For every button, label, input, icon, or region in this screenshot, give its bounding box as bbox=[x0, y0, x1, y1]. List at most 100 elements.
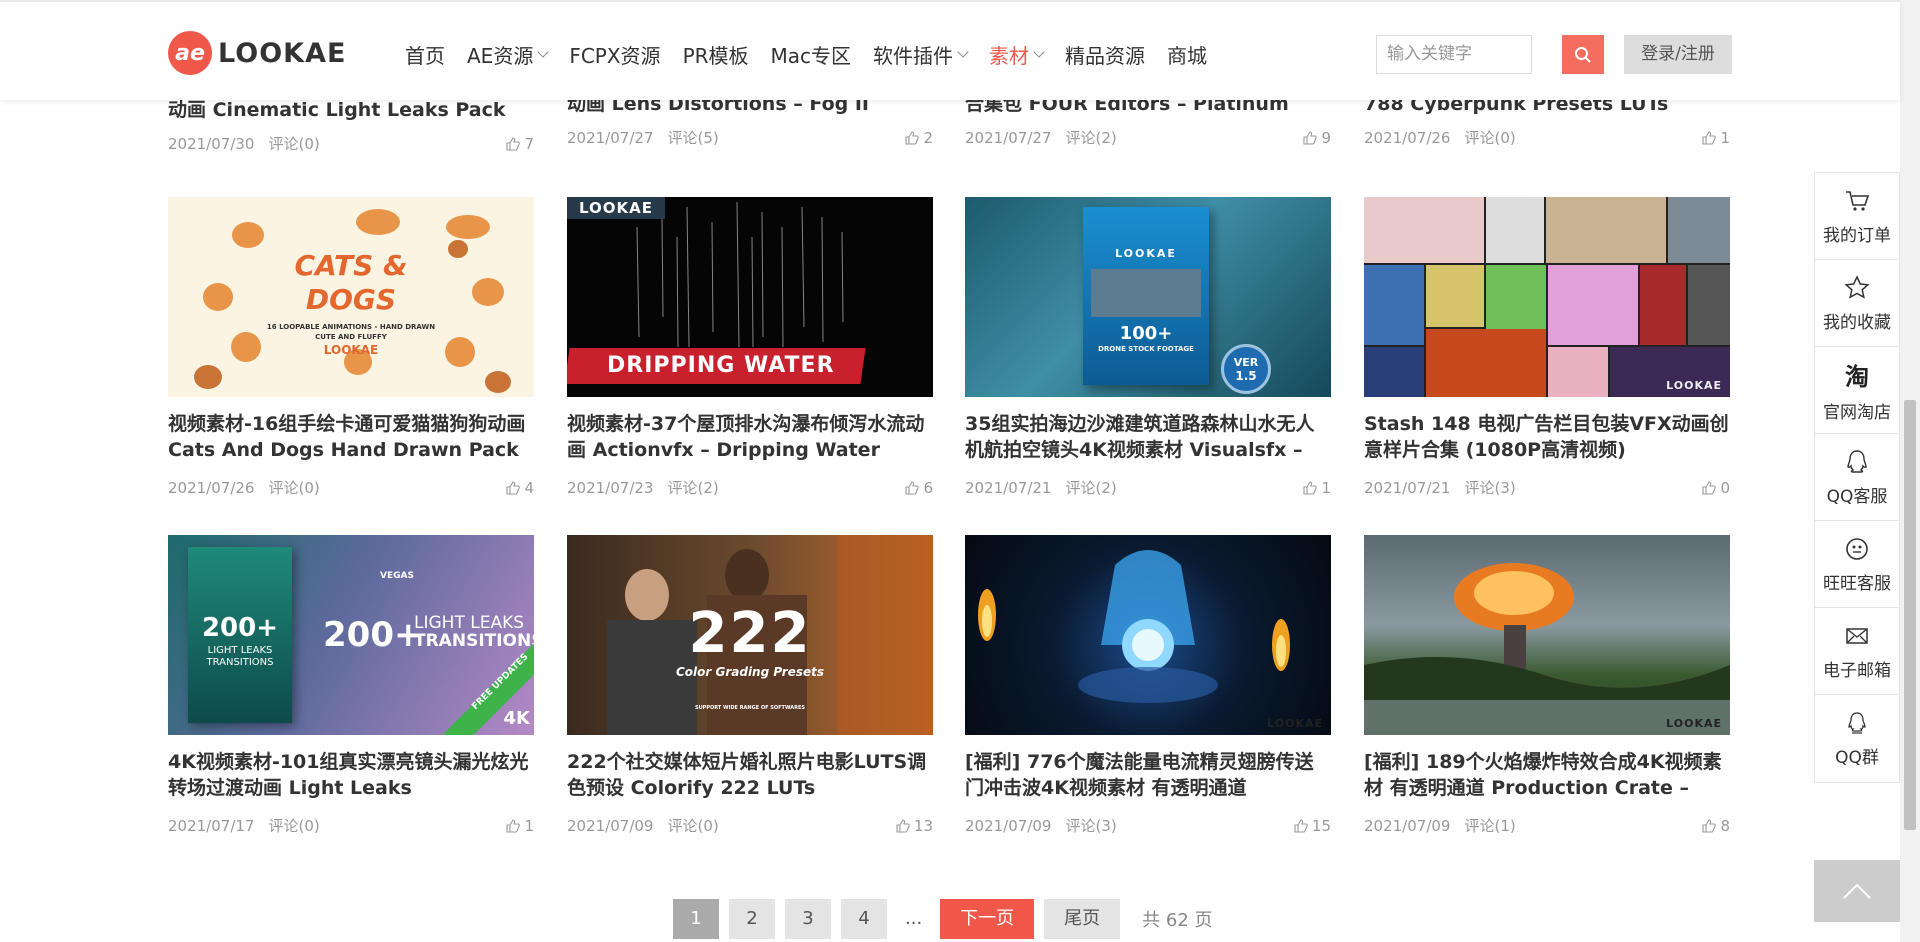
nav-home[interactable]: 首页 bbox=[405, 40, 445, 69]
page-ellipsis: ... bbox=[905, 908, 923, 929]
nav-label: PR模板 bbox=[682, 44, 749, 68]
nav-label: Mac专区 bbox=[770, 44, 852, 68]
post-card[interactable]: LOOKAE [福利] 776个魔法能量电流精灵翅膀传送门冲击波4K视频素材 有… bbox=[965, 535, 1331, 836]
sidebar-label: 电子邮箱 bbox=[1823, 660, 1891, 681]
post-likes[interactable]: 1 bbox=[1702, 129, 1730, 147]
search-button[interactable] bbox=[1562, 35, 1604, 74]
post-likes[interactable]: 0 bbox=[1702, 479, 1730, 497]
thumb-brand: LOOKAE bbox=[1666, 717, 1722, 730]
sidebar-item-qq-service[interactable]: QQ客服 bbox=[1815, 434, 1899, 521]
post-card[interactable]: 222 Color Grading Presets SUPPORT WIDE R… bbox=[567, 535, 933, 836]
post-comments[interactable]: 评论(3) bbox=[1065, 815, 1116, 836]
post-thumbnail[interactable]: LOOKAE bbox=[1364, 535, 1730, 735]
post-likes[interactable]: 7 bbox=[506, 135, 534, 153]
wangwang-icon bbox=[1846, 537, 1868, 560]
post-comments[interactable]: 评论(0) bbox=[1464, 127, 1515, 148]
post-title[interactable]: 4K视频素材-101组真实漂亮镜头漏光炫光转场过渡动画 Light Leaks … bbox=[168, 749, 534, 801]
post-likes[interactable]: 2 bbox=[905, 129, 933, 147]
post-comments[interactable]: 评论(5) bbox=[667, 127, 718, 148]
post-likes[interactable]: 6 bbox=[905, 479, 933, 497]
nav-premium[interactable]: 精品资源 bbox=[1065, 40, 1145, 69]
post-card[interactable]: 动画 Cinematic Light Leaks Pack 2021/07/30… bbox=[168, 97, 534, 154]
post-card[interactable]: 200+ LIGHT LEAKS TRANSITIONS 200+ LIGHT … bbox=[168, 535, 534, 836]
nav-pr[interactable]: PR模板 bbox=[683, 40, 749, 69]
post-meta: 2021/07/09 评论(3) 15 bbox=[965, 815, 1331, 836]
site-logo[interactable]: ae LOOKAE bbox=[168, 31, 346, 75]
nav-label: 素材 bbox=[989, 44, 1030, 68]
login-button[interactable]: 登录/注册 bbox=[1624, 35, 1732, 74]
search-input[interactable]: 输入关键字 bbox=[1376, 35, 1532, 74]
post-likes[interactable]: 4 bbox=[506, 479, 534, 497]
post-thumbnail[interactable]: 222 Color Grading Presets SUPPORT WIDE R… bbox=[567, 535, 933, 735]
sidebar-item-taobao[interactable]: 淘 官网淘店 bbox=[1815, 347, 1899, 434]
post-card[interactable]: LOOKAE [福利] 189个火焰爆炸特效合成4K视频素材 有透明通道 Pro… bbox=[1364, 535, 1730, 836]
nav-assets[interactable]: 素材 bbox=[989, 40, 1045, 69]
sidebar-item-wangwang[interactable]: 旺旺客服 bbox=[1815, 521, 1899, 608]
thumbs-up-icon bbox=[506, 136, 521, 151]
post-card[interactable]: LOOKAE DRIPPING WATER 视频素材-37个屋顶排水沟瀑布倾泻水… bbox=[567, 197, 933, 498]
post-comments[interactable]: 评论(0) bbox=[667, 815, 718, 836]
post-date: 2021/07/09 bbox=[567, 816, 654, 835]
post-likes[interactable]: 8 bbox=[1702, 817, 1730, 835]
sidebar-item-orders[interactable]: 我的订单 bbox=[1815, 173, 1899, 260]
post-title[interactable]: [福利] 776个魔法能量电流精灵翅膀传送门冲击波4K视频素材 有透明通道 Pr… bbox=[965, 749, 1331, 801]
post-date: 2021/07/26 bbox=[1364, 128, 1451, 147]
page-2-button[interactable]: 2 bbox=[729, 899, 775, 939]
nav-shop[interactable]: 商城 bbox=[1167, 40, 1207, 69]
post-title[interactable]: [福利] 189个火焰爆炸特效合成4K视频素材 有透明通道 Production… bbox=[1364, 749, 1730, 801]
thumb-headline: 200+ bbox=[323, 615, 423, 655]
page-4-button[interactable]: 4 bbox=[841, 899, 887, 939]
post-title[interactable]: 视频素材-37个屋顶排水沟瀑布倾泻水流动画 Actionvfx – Drippi… bbox=[567, 411, 933, 463]
app-list: VEGAS bbox=[380, 571, 414, 581]
post-comments[interactable]: 评论(2) bbox=[1065, 127, 1116, 148]
post-comments[interactable]: 评论(0) bbox=[268, 815, 319, 836]
post-comments[interactable]: 评论(1) bbox=[1464, 815, 1515, 836]
post-card[interactable]: CATS & DOGS 16 LOOPABLE ANIMATIONS - HAN… bbox=[168, 197, 534, 498]
post-comments[interactable]: 评论(0) bbox=[268, 477, 319, 498]
post-likes[interactable]: 13 bbox=[896, 817, 933, 835]
post-thumbnail[interactable]: LOOKAE bbox=[1364, 197, 1730, 397]
nav-label: 软件插件 bbox=[873, 44, 954, 68]
post-title[interactable]: 动画 Cinematic Light Leaks Pack bbox=[168, 97, 534, 123]
nav-plugins[interactable]: 软件插件 bbox=[873, 40, 969, 69]
post-title[interactable]: Stash 148 电视广告栏目包装VFX动画创意样片合集 (1080P高清视频… bbox=[1364, 411, 1730, 463]
explosion-graphic bbox=[1364, 563, 1730, 735]
star-icon bbox=[1844, 274, 1870, 299]
post-thumbnail[interactable]: 200+ LIGHT LEAKS TRANSITIONS 200+ LIGHT … bbox=[168, 535, 534, 735]
post-thumbnail[interactable]: CATS & DOGS 16 LOOPABLE ANIMATIONS - HAN… bbox=[168, 197, 534, 397]
page-3-button[interactable]: 3 bbox=[785, 899, 831, 939]
scrollbar-thumb[interactable] bbox=[1904, 400, 1916, 830]
post-thumbnail[interactable]: LOOKAE bbox=[965, 535, 1331, 735]
post-meta: 2021/07/09 评论(1) 8 bbox=[1364, 815, 1730, 836]
sidebar-item-email[interactable]: 电子邮箱 bbox=[1815, 608, 1899, 695]
thumb-brand: LOOKAE bbox=[323, 343, 379, 357]
post-comments[interactable]: 评论(3) bbox=[1464, 477, 1515, 498]
post-comments[interactable]: 评论(0) bbox=[268, 133, 319, 154]
post-card[interactable]: LOOKAE 100+ DRONE STOCK FOOTAGE VER 1.5 … bbox=[965, 197, 1331, 498]
nav-ae[interactable]: AE资源 bbox=[467, 40, 549, 69]
post-likes[interactable]: 15 bbox=[1294, 817, 1331, 835]
post-likes[interactable]: 1 bbox=[1303, 479, 1331, 497]
post-card[interactable]: LOOKAE Stash 148 电视广告栏目包装VFX动画创意样片合集 (10… bbox=[1364, 197, 1730, 498]
next-page-button[interactable]: 下一页 bbox=[940, 899, 1035, 939]
post-date: 2021/07/09 bbox=[965, 816, 1052, 835]
like-count: 6 bbox=[923, 478, 933, 497]
like-count: 1 bbox=[1720, 128, 1730, 147]
post-likes[interactable]: 9 bbox=[1303, 129, 1331, 147]
post-title[interactable]: 35组实拍海边沙滩建筑道路森林山水无人机航拍空镜头4K视频素材 Visualsf… bbox=[965, 411, 1331, 463]
back-to-top-button[interactable] bbox=[1814, 860, 1900, 922]
sidebar-item-qq-group[interactable]: QQ群 bbox=[1815, 695, 1899, 782]
sidebar-item-favorites[interactable]: 我的收藏 bbox=[1815, 260, 1899, 347]
post-comments[interactable]: 评论(2) bbox=[1065, 477, 1116, 498]
post-thumbnail[interactable]: LOOKAE DRIPPING WATER bbox=[567, 197, 933, 397]
page-1-button[interactable]: 1 bbox=[673, 899, 719, 939]
post-likes[interactable]: 1 bbox=[506, 817, 534, 835]
nav-fcpx[interactable]: FCPX资源 bbox=[569, 40, 660, 69]
post-thumbnail[interactable]: LOOKAE 100+ DRONE STOCK FOOTAGE VER 1.5 bbox=[965, 197, 1331, 397]
post-title[interactable]: 视频素材-16组手绘卡通可爱猫猫狗狗动画 Cats And Dogs Hand … bbox=[168, 411, 534, 463]
last-page-button[interactable]: 尾页 bbox=[1044, 899, 1121, 939]
thumb-subtitle: Color Grading Presets bbox=[675, 665, 825, 679]
post-comments[interactable]: 评论(2) bbox=[667, 477, 718, 498]
nav-mac[interactable]: Mac专区 bbox=[771, 40, 852, 69]
post-title[interactable]: 222个社交媒体短片婚礼照片电影LUTS调色预设 Colorify 222 LU… bbox=[567, 749, 933, 801]
